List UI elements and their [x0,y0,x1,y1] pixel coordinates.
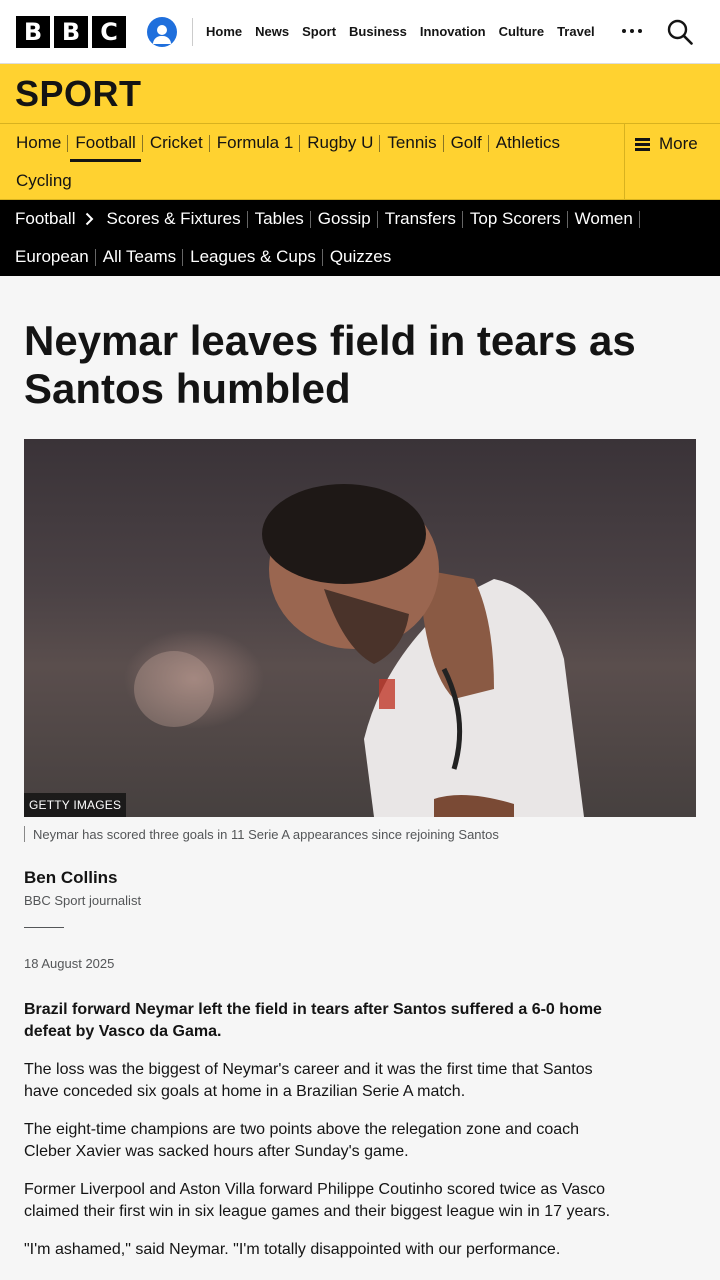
football-nav-top-scorers[interactable]: Top Scorers [463,200,568,238]
logo-letter: C [92,15,126,48]
image-caption: Neymar has scored three goals in 11 Seri… [24,826,696,842]
global-header: B B C Home News Sport Business Innovatio… [0,0,720,64]
football-nav-women[interactable]: Women [568,200,641,238]
sport-nav-rugby-union[interactable]: Rugby U [300,124,381,162]
divider [192,17,193,46]
bbc-logo[interactable]: B B C [16,15,126,48]
article-paragraph: Brazil forward Neymar left the field in … [24,1001,602,1040]
hero-image: GETTY IMAGES [24,439,696,817]
article-paragraph: The eight-time champions are two points … [24,1121,580,1160]
global-nav-news[interactable]: News [255,24,289,39]
search-icon[interactable] [667,19,693,45]
football-nav-all-teams[interactable]: All Teams [96,238,184,276]
global-nav-travel[interactable]: Travel [557,24,595,39]
sport-nav-cycling[interactable]: Cycling [9,162,79,200]
logo-letter: B [16,15,50,48]
author-name: Ben Collins [24,868,118,887]
article: Neymar leaves field in tears as Santos h… [0,317,720,1261]
hamburger-icon [635,138,650,151]
article-paragraph: The loss was the biggest of Neymar's car… [24,1061,593,1100]
global-nav-sport[interactable]: Sport [302,24,336,39]
publish-date: 18 August 2025 [24,956,115,971]
global-nav-home[interactable]: Home [206,24,242,39]
football-nav-tables[interactable]: Tables [248,200,311,238]
logo-letter: B [54,15,88,48]
football-nav-transfers[interactable]: Transfers [378,200,464,238]
sport-nav-tennis[interactable]: Tennis [380,124,444,162]
football-nav-label: Football [15,209,76,228]
football-nav-leagues-cups[interactable]: Leagues & Cups [183,238,323,276]
football-nav-european[interactable]: European [8,238,96,276]
football-nav-football[interactable]: Football [8,200,99,238]
sport-nav-golf[interactable]: Golf [444,124,489,162]
image-credit: GETTY IMAGES [24,793,127,817]
football-nav-quizzes[interactable]: Quizzes [323,238,398,276]
divider [24,927,64,928]
more-dots-icon[interactable] [622,29,642,33]
global-nav-business[interactable]: Business [349,24,407,39]
article-paragraph: Former Liverpool and Aston Villa forward… [24,1181,611,1220]
sport-nav-athletics[interactable]: Athletics [489,124,567,162]
football-nav-gossip[interactable]: Gossip [311,200,378,238]
sport-nav-home[interactable]: Home [9,124,69,162]
sport-nav-football[interactable]: Football [68,124,144,162]
author-role: BBC Sport journalist [24,893,142,908]
global-nav: Home News Sport Business Innovation Cult… [206,24,595,39]
sport-header: SPORT [0,64,720,124]
article-body: Brazil forward Neymar left the field in … [24,999,696,1261]
sport-nav-cricket[interactable]: Cricket [143,124,210,162]
global-nav-innovation[interactable]: Innovation [420,24,486,39]
sport-nav-formula-1[interactable]: Formula 1 [210,124,301,162]
article-paragraph: "I'm ashamed," said Neymar. "I'm totally… [24,1241,561,1258]
football-nav-scores-fixtures[interactable]: Scores & Fixtures [99,200,248,238]
account-icon[interactable] [147,16,177,47]
football-nav: Football Scores & Fixtures Tables Gossip… [0,200,720,276]
sport-nav: Home Football Cricket Formula 1 Rugby U … [0,124,720,200]
sport-title[interactable]: SPORT [15,73,142,115]
global-nav-culture[interactable]: Culture [499,24,545,39]
chevron-right-icon [86,212,94,226]
article-headline: Neymar leaves field in tears as Santos h… [24,317,636,412]
more-menu-button[interactable]: More [624,124,720,200]
more-label: More [659,134,698,153]
player-photo [134,484,584,817]
